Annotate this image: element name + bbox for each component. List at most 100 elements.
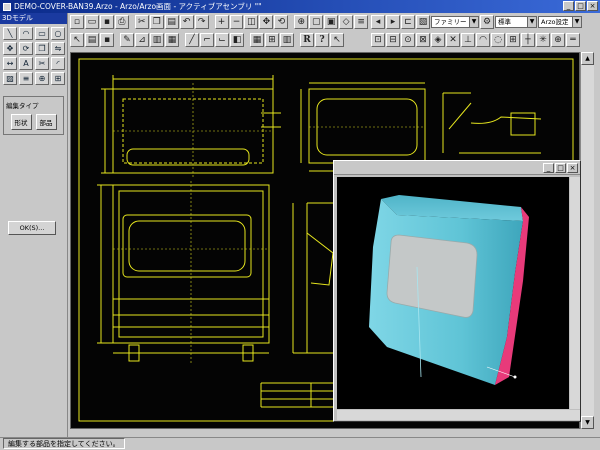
hatch-icon[interactable]: ▨ <box>3 72 17 85</box>
layer-icon[interactable]: ≡ <box>354 15 369 29</box>
snap-near-icon[interactable]: ◌ <box>491 33 505 47</box>
save-drawing-icon[interactable]: ▤ <box>85 33 99 47</box>
settings-icon[interactable]: ⚙ <box>480 15 494 29</box>
save-icon[interactable]: ▪ <box>99 15 114 29</box>
text-icon[interactable]: A <box>19 57 33 70</box>
arzo-settings-select[interactable]: Arzo設定 ▼ <box>538 16 582 28</box>
cad-application: DEMO-COVER-BAN39.Arzo - Arzo/Arzo画面 - アク… <box>0 0 600 450</box>
print-icon[interactable]: ⎙ <box>114 15 129 29</box>
image-icon[interactable]: ▦ <box>165 33 179 47</box>
snap-quad-icon[interactable]: ◈ <box>431 33 445 47</box>
circle-icon[interactable]: ○ <box>51 27 65 40</box>
snap-icon[interactable]: ⊕ <box>35 72 49 85</box>
viewer-horizontal-scrollbar[interactable] <box>337 410 580 420</box>
select-icon[interactable]: ↖ <box>70 33 84 47</box>
shape-button[interactable]: 形状 <box>10 114 32 130</box>
redraw-r-button[interactable]: R <box>300 33 314 47</box>
snap-tan-icon[interactable]: ◠ <box>476 33 490 47</box>
snap-grid-icon[interactable]: ⊞ <box>506 33 520 47</box>
pan-icon[interactable]: ✥ <box>259 15 274 29</box>
scroll-down-icon[interactable]: ▼ <box>581 416 594 429</box>
family-select[interactable]: ファミリー ▼ <box>431 16 479 28</box>
dim-icon[interactable]: ↔ <box>3 57 17 70</box>
tool-palette: 3Dモデル ╲ ◠ ▭ ○ ✥ ⟳ ❐ ⇋ ↔ A ✂ ◜ ▨ ≡ ⊕ ⊞ 編集… <box>0 13 68 437</box>
pointer-help-icon[interactable]: ↖ <box>330 33 344 47</box>
copy-icon[interactable]: ❐ <box>149 15 164 29</box>
ok-button[interactable]: OK(S)... <box>8 221 56 235</box>
maximize-button[interactable]: □ <box>575 1 586 11</box>
object-track-icon[interactable]: ⊕ <box>551 33 565 47</box>
edit-type-title: 編集タイプ <box>6 102 39 110</box>
layer-icon[interactable]: ≡ <box>19 72 33 85</box>
copy-icon[interactable]: ❐ <box>35 42 49 55</box>
redo-icon[interactable]: ↷ <box>194 15 209 29</box>
line-tool-icon[interactable]: ╱ <box>185 33 199 47</box>
mirror-icon[interactable]: ⇋ <box>51 42 65 55</box>
properties-icon[interactable]: ▥ <box>150 33 164 47</box>
rect-icon[interactable]: ▭ <box>35 27 49 40</box>
palette-title: 3Dモデル <box>0 13 67 24</box>
viewer-vertical-scrollbar[interactable] <box>570 177 580 409</box>
move-icon[interactable]: ✥ <box>3 42 17 55</box>
snap-perp-icon[interactable]: ⊥ <box>461 33 475 47</box>
extend-icon[interactable]: ⌙ <box>215 33 229 47</box>
snap-node-icon[interactable]: ⊠ <box>416 33 430 47</box>
trim-icon[interactable]: ✂ <box>35 57 49 70</box>
redraw-icon[interactable]: ⟲ <box>274 15 289 29</box>
viewer-maximize-button[interactable]: □ <box>555 162 566 173</box>
paste-icon[interactable]: ▤ <box>164 15 179 29</box>
polar-icon[interactable]: ✳ <box>536 33 550 47</box>
snap-center-icon[interactable]: ⊙ <box>401 33 415 47</box>
view-top-icon[interactable]: ▣ <box>324 15 339 29</box>
minimize-button[interactable]: _ <box>563 1 574 11</box>
line-weight-icon[interactable]: ═ <box>566 33 580 47</box>
trim-icon[interactable]: ⌐ <box>200 33 214 47</box>
cut-icon[interactable]: ✂ <box>134 15 149 29</box>
arc-icon[interactable]: ◠ <box>19 27 33 40</box>
target-icon[interactable]: ⊕ <box>294 15 309 29</box>
standard-select[interactable]: 標準 ▼ <box>495 16 537 28</box>
snap-mid-icon[interactable]: ⊟ <box>386 33 400 47</box>
close-button[interactable]: × <box>587 1 598 11</box>
fill-icon[interactable]: ▧ <box>416 15 430 29</box>
zoom-out-icon[interactable]: − <box>229 15 244 29</box>
bracket-icon[interactable]: ⊏ <box>401 15 415 29</box>
undo-icon[interactable]: ↶ <box>179 15 194 29</box>
3d-viewport[interactable] <box>337 177 569 409</box>
app-icon <box>3 2 11 11</box>
chart-icon[interactable]: ▥ <box>280 33 294 47</box>
zoom-in-icon[interactable]: + <box>214 15 229 29</box>
canvas-vertical-scrollbar[interactable]: ▲ ▼ <box>580 52 594 429</box>
open-folder-icon[interactable]: ▭ <box>84 15 99 29</box>
status-bar: 編集する部品を指定してください。 <box>0 437 600 450</box>
table-icon[interactable]: ▦ <box>250 33 264 47</box>
standard-select-value: 標準 <box>498 18 511 26</box>
measure-icon[interactable]: ⊿ <box>135 33 149 47</box>
chevron-down-icon: ▼ <box>469 17 478 27</box>
arrow-left-icon[interactable]: ◂ <box>371 15 385 29</box>
ortho-icon[interactable]: ┼ <box>521 33 535 47</box>
fillet-icon[interactable]: ◜ <box>51 57 65 70</box>
line-icon[interactable]: ╲ <box>3 27 17 40</box>
edit-icon[interactable]: ✎ <box>120 33 134 47</box>
arrow-right-icon[interactable]: ▸ <box>386 15 400 29</box>
offset-icon[interactable]: ◧ <box>230 33 244 47</box>
3d-viewer-window[interactable]: _ □ × <box>333 160 581 422</box>
scroll-up-icon[interactable]: ▲ <box>581 52 594 65</box>
snap-end-icon[interactable]: ⊡ <box>371 33 385 47</box>
window-controls: _ □ × <box>563 1 598 11</box>
new-file-icon[interactable]: ▫ <box>70 15 84 29</box>
view-front-icon[interactable]: ▢ <box>309 15 324 29</box>
part-button[interactable]: 部品 <box>35 114 57 130</box>
grid-icon[interactable]: ⊞ <box>51 72 65 85</box>
viewer-minimize-button[interactable]: _ <box>543 162 554 173</box>
help-button[interactable]: ? <box>315 33 329 47</box>
grid-icon[interactable]: ⊞ <box>265 33 279 47</box>
view-iso-icon[interactable]: ◇ <box>339 15 354 29</box>
chevron-down-icon: ▼ <box>572 17 581 27</box>
snap-int-icon[interactable]: ✕ <box>446 33 460 47</box>
floppy-icon[interactable]: ▪ <box>100 33 114 47</box>
zoom-fit-icon[interactable]: ◫ <box>244 15 259 29</box>
rotate-icon[interactable]: ⟳ <box>19 42 33 55</box>
viewer-close-button[interactable]: × <box>567 162 578 173</box>
